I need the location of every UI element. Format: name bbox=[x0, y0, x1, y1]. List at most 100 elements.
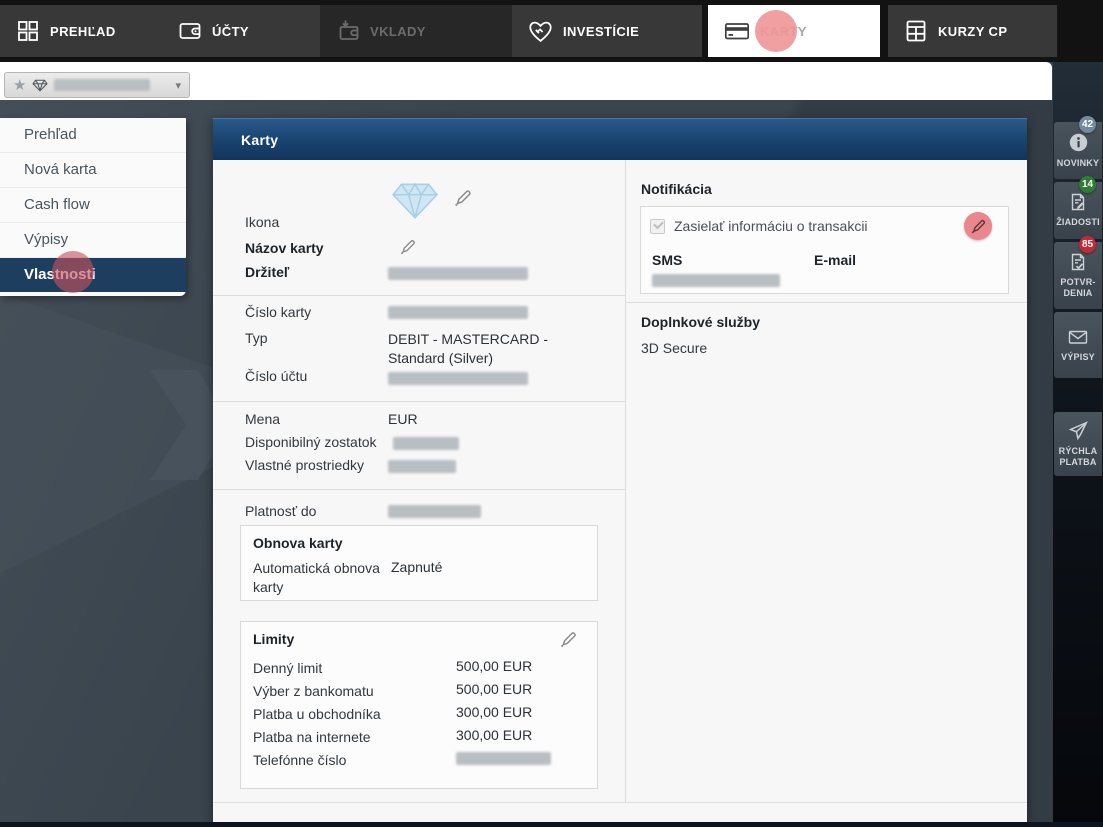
card-gem-icon bbox=[391, 182, 439, 220]
rail-item-label: POTVR-DENIA bbox=[1056, 277, 1100, 300]
rail-item-ziadosti[interactable]: ŽIADOSTI bbox=[1054, 182, 1102, 239]
tab-label: KARTY bbox=[760, 24, 807, 39]
favorite-star-icon: ★ bbox=[13, 78, 26, 93]
own-funds-label: Vlastné prostriedky bbox=[245, 457, 364, 473]
auto-renewal-label: Automatická obnova karty bbox=[253, 559, 401, 597]
pencil-icon bbox=[970, 218, 987, 235]
deposit-icon bbox=[336, 19, 360, 43]
redacted-value bbox=[388, 306, 528, 319]
limit-row-label: Platba na internete bbox=[253, 729, 371, 745]
sidebar-item-nova-karta[interactable]: Nová karta bbox=[0, 153, 186, 188]
tab-karty[interactable]: KARTY bbox=[708, 5, 880, 57]
bottom-strip bbox=[0, 822, 1103, 827]
panel-header: Karty bbox=[213, 118, 1027, 160]
handshake-icon bbox=[528, 19, 553, 44]
limits-box: Limity Denný limit 500,00 EUR Výber z ba… bbox=[240, 621, 598, 789]
info-icon bbox=[1068, 132, 1089, 153]
panel-title: Karty bbox=[241, 132, 278, 148]
edit-notifications-button[interactable] bbox=[964, 212, 992, 240]
sidebar-item-prehlad[interactable]: Prehľad bbox=[0, 118, 186, 153]
tab-kurzy-cp[interactable]: KURZY CP bbox=[888, 5, 1057, 57]
rail-item-label: RÝCHLA PLATBA bbox=[1056, 446, 1100, 469]
limit-row-value: 500,00 EUR bbox=[456, 681, 532, 697]
card-side-menu: Prehľad Nová karta Cash flow Výpisy Vlas… bbox=[0, 118, 186, 296]
pencil-icon bbox=[559, 630, 578, 649]
account-number-label: Číslo účtu bbox=[245, 368, 307, 384]
edit-card-name-button[interactable] bbox=[399, 238, 417, 256]
available-balance-label: Disponibilný zostatok bbox=[245, 434, 377, 450]
redacted-value bbox=[388, 460, 456, 473]
rail-item-label: VÝPISY bbox=[1056, 352, 1100, 363]
check-icon bbox=[653, 219, 664, 230]
holder-label: Držiteľ bbox=[245, 264, 289, 280]
redacted-value bbox=[54, 79, 150, 91]
tab-vklady[interactable]: VKLADY bbox=[320, 5, 512, 57]
limits-title: Limity bbox=[253, 631, 294, 647]
edit-icon-button[interactable] bbox=[453, 188, 473, 208]
sidebar-item-cash-flow[interactable]: Cash flow bbox=[0, 188, 186, 223]
card-gem-icon-small bbox=[32, 79, 48, 92]
limit-row-label: Výber z bankomatu bbox=[253, 683, 374, 699]
redacted-value bbox=[652, 274, 780, 287]
card-renewal-box: Obnova karty Automatická obnova karty Za… bbox=[240, 525, 598, 601]
sidebar-item-vlastnosti[interactable]: Vlastnosti bbox=[0, 258, 186, 292]
paper-plane-icon bbox=[1068, 420, 1089, 441]
wallet-icon bbox=[178, 19, 202, 43]
service-item: 3D Secure bbox=[641, 340, 707, 356]
limit-row-value: 300,00 EUR bbox=[456, 727, 532, 743]
limit-row-label: Telefónne číslo bbox=[253, 752, 346, 768]
pencil-icon bbox=[399, 238, 417, 256]
card-name-label: Názov karty bbox=[245, 240, 324, 256]
limit-row-value: 300,00 EUR bbox=[456, 704, 532, 720]
document-edit-icon bbox=[1068, 192, 1088, 212]
notifications-title: Notifikácia bbox=[641, 181, 712, 197]
potvrdenia-badge: 85 bbox=[1079, 236, 1096, 253]
limit-row-label: Denný limit bbox=[253, 660, 322, 676]
rail-item-potvrdenia[interactable]: POTVR-DENIA bbox=[1054, 242, 1102, 309]
tab-ucty[interactable]: ÚČTY bbox=[162, 5, 320, 57]
currency-value: EUR bbox=[388, 411, 418, 427]
rail-item-novinky[interactable]: NOVINKY bbox=[1054, 122, 1102, 179]
renewal-title: Obnova karty bbox=[253, 535, 342, 551]
banking-app: PREHĽAD ÚČTY VKLADY bbox=[0, 0, 1103, 827]
chevron-down-icon: ▾ bbox=[175, 79, 181, 92]
tab-label: VKLADY bbox=[370, 24, 426, 39]
rail-item-label: NOVINKY bbox=[1056, 158, 1100, 169]
top-navigation: PREHĽAD ÚČTY VKLADY bbox=[0, 0, 1103, 62]
notifications-box: Zasielať informáciu o transakcii SMS E-m… bbox=[640, 206, 1009, 294]
grid-icon bbox=[16, 19, 40, 43]
transaction-info-checkbox[interactable] bbox=[650, 219, 665, 234]
card-detail-panel: Karty Ikona Názov karty Držiteľ bbox=[213, 118, 1027, 822]
tab-label: INVESTÍCIE bbox=[563, 24, 639, 39]
tab-investicie[interactable]: INVESTÍCIE bbox=[512, 5, 702, 57]
redacted-value bbox=[388, 267, 528, 280]
tab-label: PREHĽAD bbox=[50, 24, 116, 39]
edit-limits-button[interactable] bbox=[559, 630, 578, 649]
card-icon bbox=[724, 19, 750, 43]
additional-services-title: Doplnkové služby bbox=[641, 314, 760, 330]
ziadosti-badge: 14 bbox=[1079, 176, 1096, 193]
tab-label: ÚČTY bbox=[212, 24, 249, 39]
tab-prehlad[interactable]: PREHĽAD bbox=[0, 5, 162, 57]
redacted-value bbox=[393, 437, 459, 450]
limit-row-label: Platba u obchodníka bbox=[253, 706, 381, 722]
document-check-icon bbox=[1068, 252, 1088, 272]
redacted-value bbox=[388, 372, 528, 385]
currency-label: Mena bbox=[245, 411, 280, 427]
rates-table-icon bbox=[904, 19, 928, 43]
valid-until-label: Platnosť do bbox=[245, 503, 316, 519]
redacted-value bbox=[456, 752, 551, 765]
redacted-value bbox=[388, 505, 481, 518]
email-label: E-mail bbox=[814, 252, 856, 268]
type-label: Typ bbox=[245, 330, 268, 346]
rail-item-rychla-platba[interactable]: RÝCHLA PLATBA bbox=[1054, 412, 1102, 476]
sms-label: SMS bbox=[652, 252, 682, 268]
tab-label: KURZY CP bbox=[938, 24, 1007, 39]
auto-renewal-value: Zapnuté bbox=[391, 559, 442, 575]
rail-item-label: ŽIADOSTI bbox=[1056, 217, 1100, 228]
type-value: DEBIT - MASTERCARD - Standard (Silver) bbox=[388, 330, 593, 368]
sidebar-item-vypisy[interactable]: Výpisy bbox=[0, 223, 186, 258]
rail-item-vypisy[interactable]: VÝPISY bbox=[1054, 312, 1102, 378]
transaction-info-label: Zasielať informáciu o transakcii bbox=[674, 218, 868, 234]
account-selector[interactable]: ★ ▾ bbox=[4, 72, 190, 98]
